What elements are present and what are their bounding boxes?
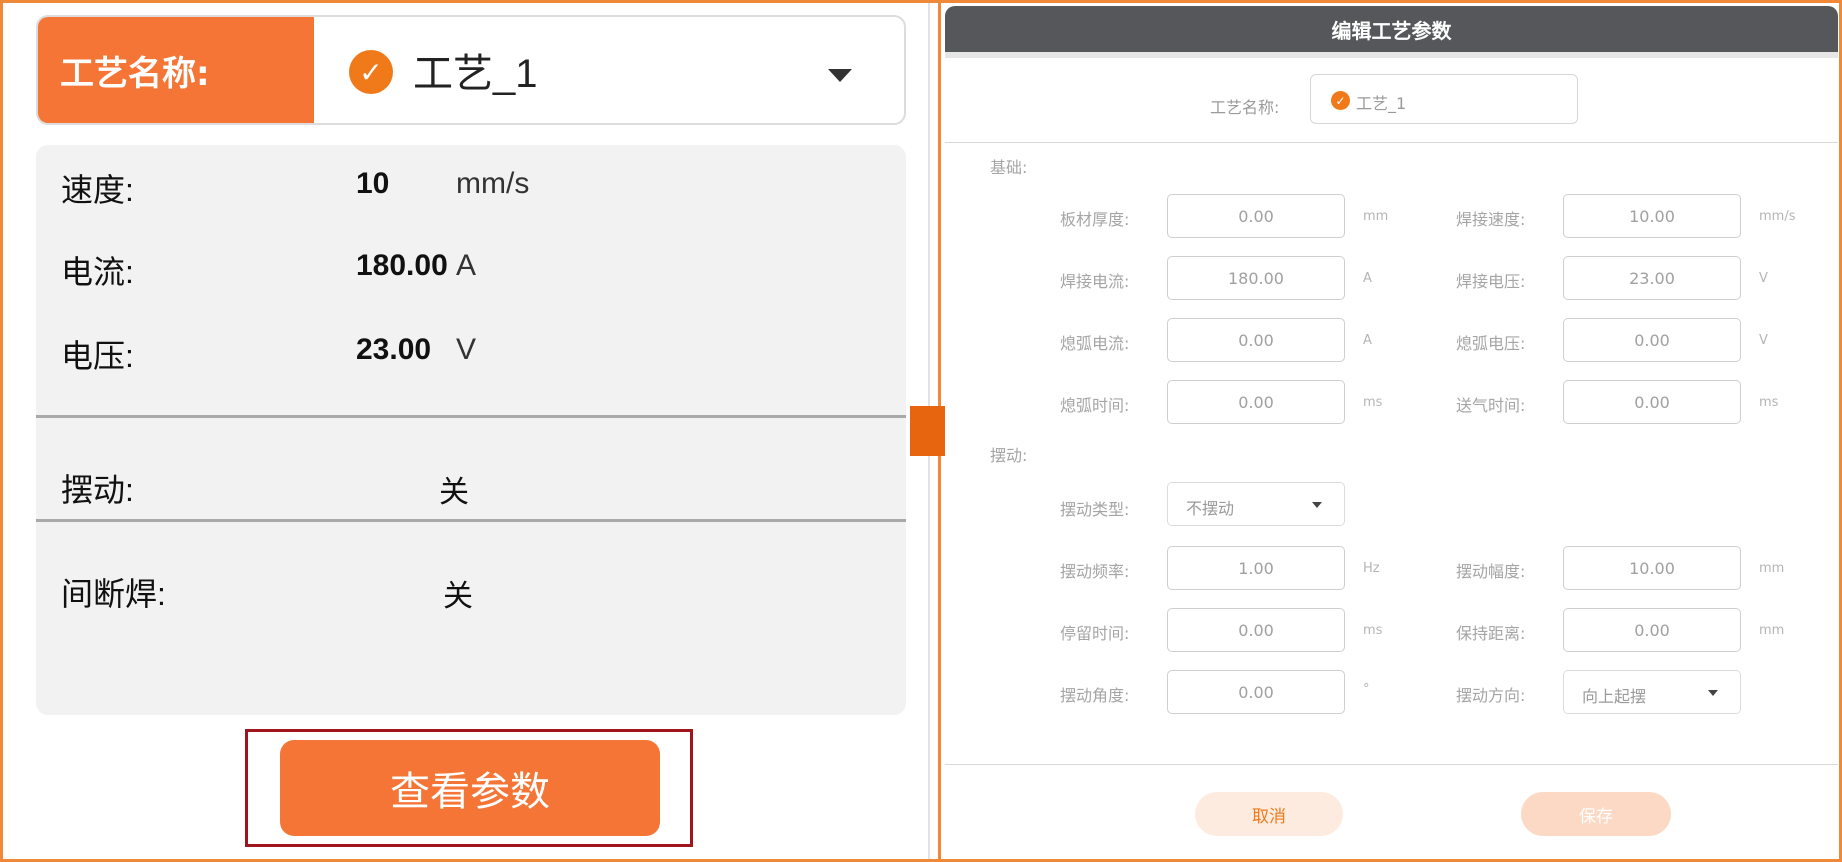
weave-section-title: 摆动: — [990, 446, 1028, 465]
current-row: 电流: 180.00 A — [36, 241, 906, 291]
divider — [945, 142, 1838, 143]
weld-speed-input[interactable]: 10.00 — [1563, 194, 1741, 238]
view-params-button[interactable]: 查看参数 — [280, 740, 660, 836]
weld-voltage-input[interactable]: 23.00 — [1563, 256, 1741, 300]
weave-type-value: 不摆动 — [1186, 499, 1235, 518]
gas-time-label: 送气时间: — [1456, 396, 1526, 415]
crater-time-label: 熄弧时间: — [1060, 396, 1130, 415]
gas-time-input[interactable]: 0.00 — [1563, 380, 1741, 424]
dialog-name-label: 工艺名称: — [1210, 98, 1280, 117]
plate-thickness-unit: mm — [1363, 209, 1389, 224]
weave-angle-input[interactable]: 0.00 — [1167, 670, 1345, 714]
hold-dist-input[interactable]: 0.00 — [1563, 608, 1741, 652]
weave-freq-input[interactable]: 1.00 — [1167, 546, 1345, 590]
crater-time-unit: ms — [1363, 395, 1383, 410]
check-icon: ✓ — [1331, 91, 1350, 110]
cancel-button[interactable]: 取消 — [1195, 792, 1343, 836]
process-selector[interactable]: 工艺名称: ✓ 工艺_1 — [36, 15, 906, 125]
current-value: 180.00 — [356, 249, 448, 282]
crater-voltage-unit: V — [1759, 333, 1768, 348]
dialog-name-value: 工艺_1 — [1356, 94, 1407, 113]
weld-current-input[interactable]: 180.00 — [1167, 256, 1345, 300]
weave-amp-unit: mm — [1759, 561, 1785, 576]
weave-freq-unit: Hz — [1363, 561, 1380, 576]
dwell-time-label: 停留时间: — [1060, 624, 1130, 643]
current-label: 电流: — [61, 254, 134, 290]
check-icon: ✓ — [349, 50, 393, 94]
weld-speed-label: 焊接速度: — [1456, 210, 1526, 229]
crater-current-input[interactable]: 0.00 — [1167, 318, 1345, 362]
edit-process-dialog: 编辑工艺参数 工艺名称: ✓ 工艺_1 基础: 板材厚度: 0.00 mm 焊接… — [945, 6, 1838, 857]
dialog-title: 编辑工艺参数 — [945, 6, 1838, 52]
voltage-row: 电压: 23.00 V — [36, 325, 906, 375]
divider — [36, 415, 906, 418]
weave-freq-label: 摆动频率: — [1060, 562, 1130, 581]
weave-value: 关 — [439, 476, 469, 509]
voltage-label: 电压: — [61, 338, 134, 374]
dwell-time-unit: ms — [1363, 623, 1383, 638]
current-unit: A — [456, 249, 477, 282]
weave-amp-label: 摆动幅度: — [1456, 562, 1526, 581]
weld-voltage-label: 焊接电压: — [1456, 272, 1526, 291]
gas-time-unit: ms — [1759, 395, 1779, 410]
crater-voltage-input[interactable]: 0.00 — [1563, 318, 1741, 362]
crater-current-label: 熄弧电流: — [1060, 334, 1130, 353]
voltage-unit: V — [456, 333, 477, 366]
crater-current-unit: A — [1363, 333, 1372, 348]
chevron-down-icon — [1312, 502, 1322, 508]
divider — [945, 764, 1838, 765]
weld-current-unit: A — [1363, 271, 1372, 286]
weave-angle-label: 摆动角度: — [1060, 686, 1130, 705]
weave-type-label: 摆动类型: — [1060, 500, 1130, 519]
stitch-label: 间断焊: — [61, 576, 166, 612]
weld-speed-unit: mm/s — [1759, 209, 1796, 224]
process-name-value: 工艺_1 — [413, 52, 538, 96]
weave-dir-value: 向上起摆 — [1582, 687, 1647, 706]
weave-angle-unit: ° — [1363, 682, 1370, 697]
weave-label: 摆动: — [61, 472, 134, 508]
dwell-time-input[interactable]: 0.00 — [1167, 608, 1345, 652]
weave-dir-select[interactable]: 向上起摆 — [1563, 670, 1741, 714]
plate-thickness-label: 板材厚度: — [1060, 210, 1130, 229]
weld-voltage-unit: V — [1759, 271, 1768, 286]
process-summary-panel: 工艺名称: ✓ 工艺_1 速度: 10 mm/s 电流: 180.00 A 电压… — [3, 3, 938, 859]
speed-unit: mm/s — [456, 167, 530, 200]
hold-dist-unit: mm — [1759, 623, 1785, 638]
summary-card: 速度: 10 mm/s 电流: 180.00 A 电压: 23.00 V 摆动:… — [36, 145, 906, 715]
speed-label: 速度: — [61, 172, 134, 208]
header-shadow — [945, 52, 1838, 58]
weld-current-label: 焊接电流: — [1060, 272, 1130, 291]
basic-section-title: 基础: — [990, 158, 1028, 177]
stitch-row: 间断焊: 关 — [36, 563, 906, 613]
chevron-down-icon — [1708, 690, 1718, 696]
highlight-box: 查看参数 — [245, 729, 693, 847]
weave-dir-label: 摆动方向: — [1456, 686, 1526, 705]
divider — [36, 519, 906, 522]
weave-amp-input[interactable]: 10.00 — [1563, 546, 1741, 590]
plate-thickness-input[interactable]: 0.00 — [1167, 194, 1345, 238]
crater-time-input[interactable]: 0.00 — [1167, 380, 1345, 424]
crater-voltage-label: 熄弧电压: — [1456, 334, 1526, 353]
weave-row: 摆动: 关 — [36, 459, 906, 509]
save-button[interactable]: 保存 — [1521, 792, 1671, 836]
dialog-name-field[interactable]: ✓ 工艺_1 — [1310, 74, 1578, 124]
process-name-label: 工艺名称: — [38, 17, 314, 123]
stitch-value: 关 — [443, 580, 473, 613]
hold-dist-label: 保持距离: — [1456, 624, 1526, 643]
weave-type-select[interactable]: 不摆动 — [1167, 482, 1345, 526]
speed-value: 10 — [356, 167, 390, 200]
voltage-value: 23.00 — [356, 333, 432, 366]
chevron-down-icon[interactable] — [828, 69, 852, 82]
speed-row: 速度: 10 mm/s — [36, 159, 906, 209]
